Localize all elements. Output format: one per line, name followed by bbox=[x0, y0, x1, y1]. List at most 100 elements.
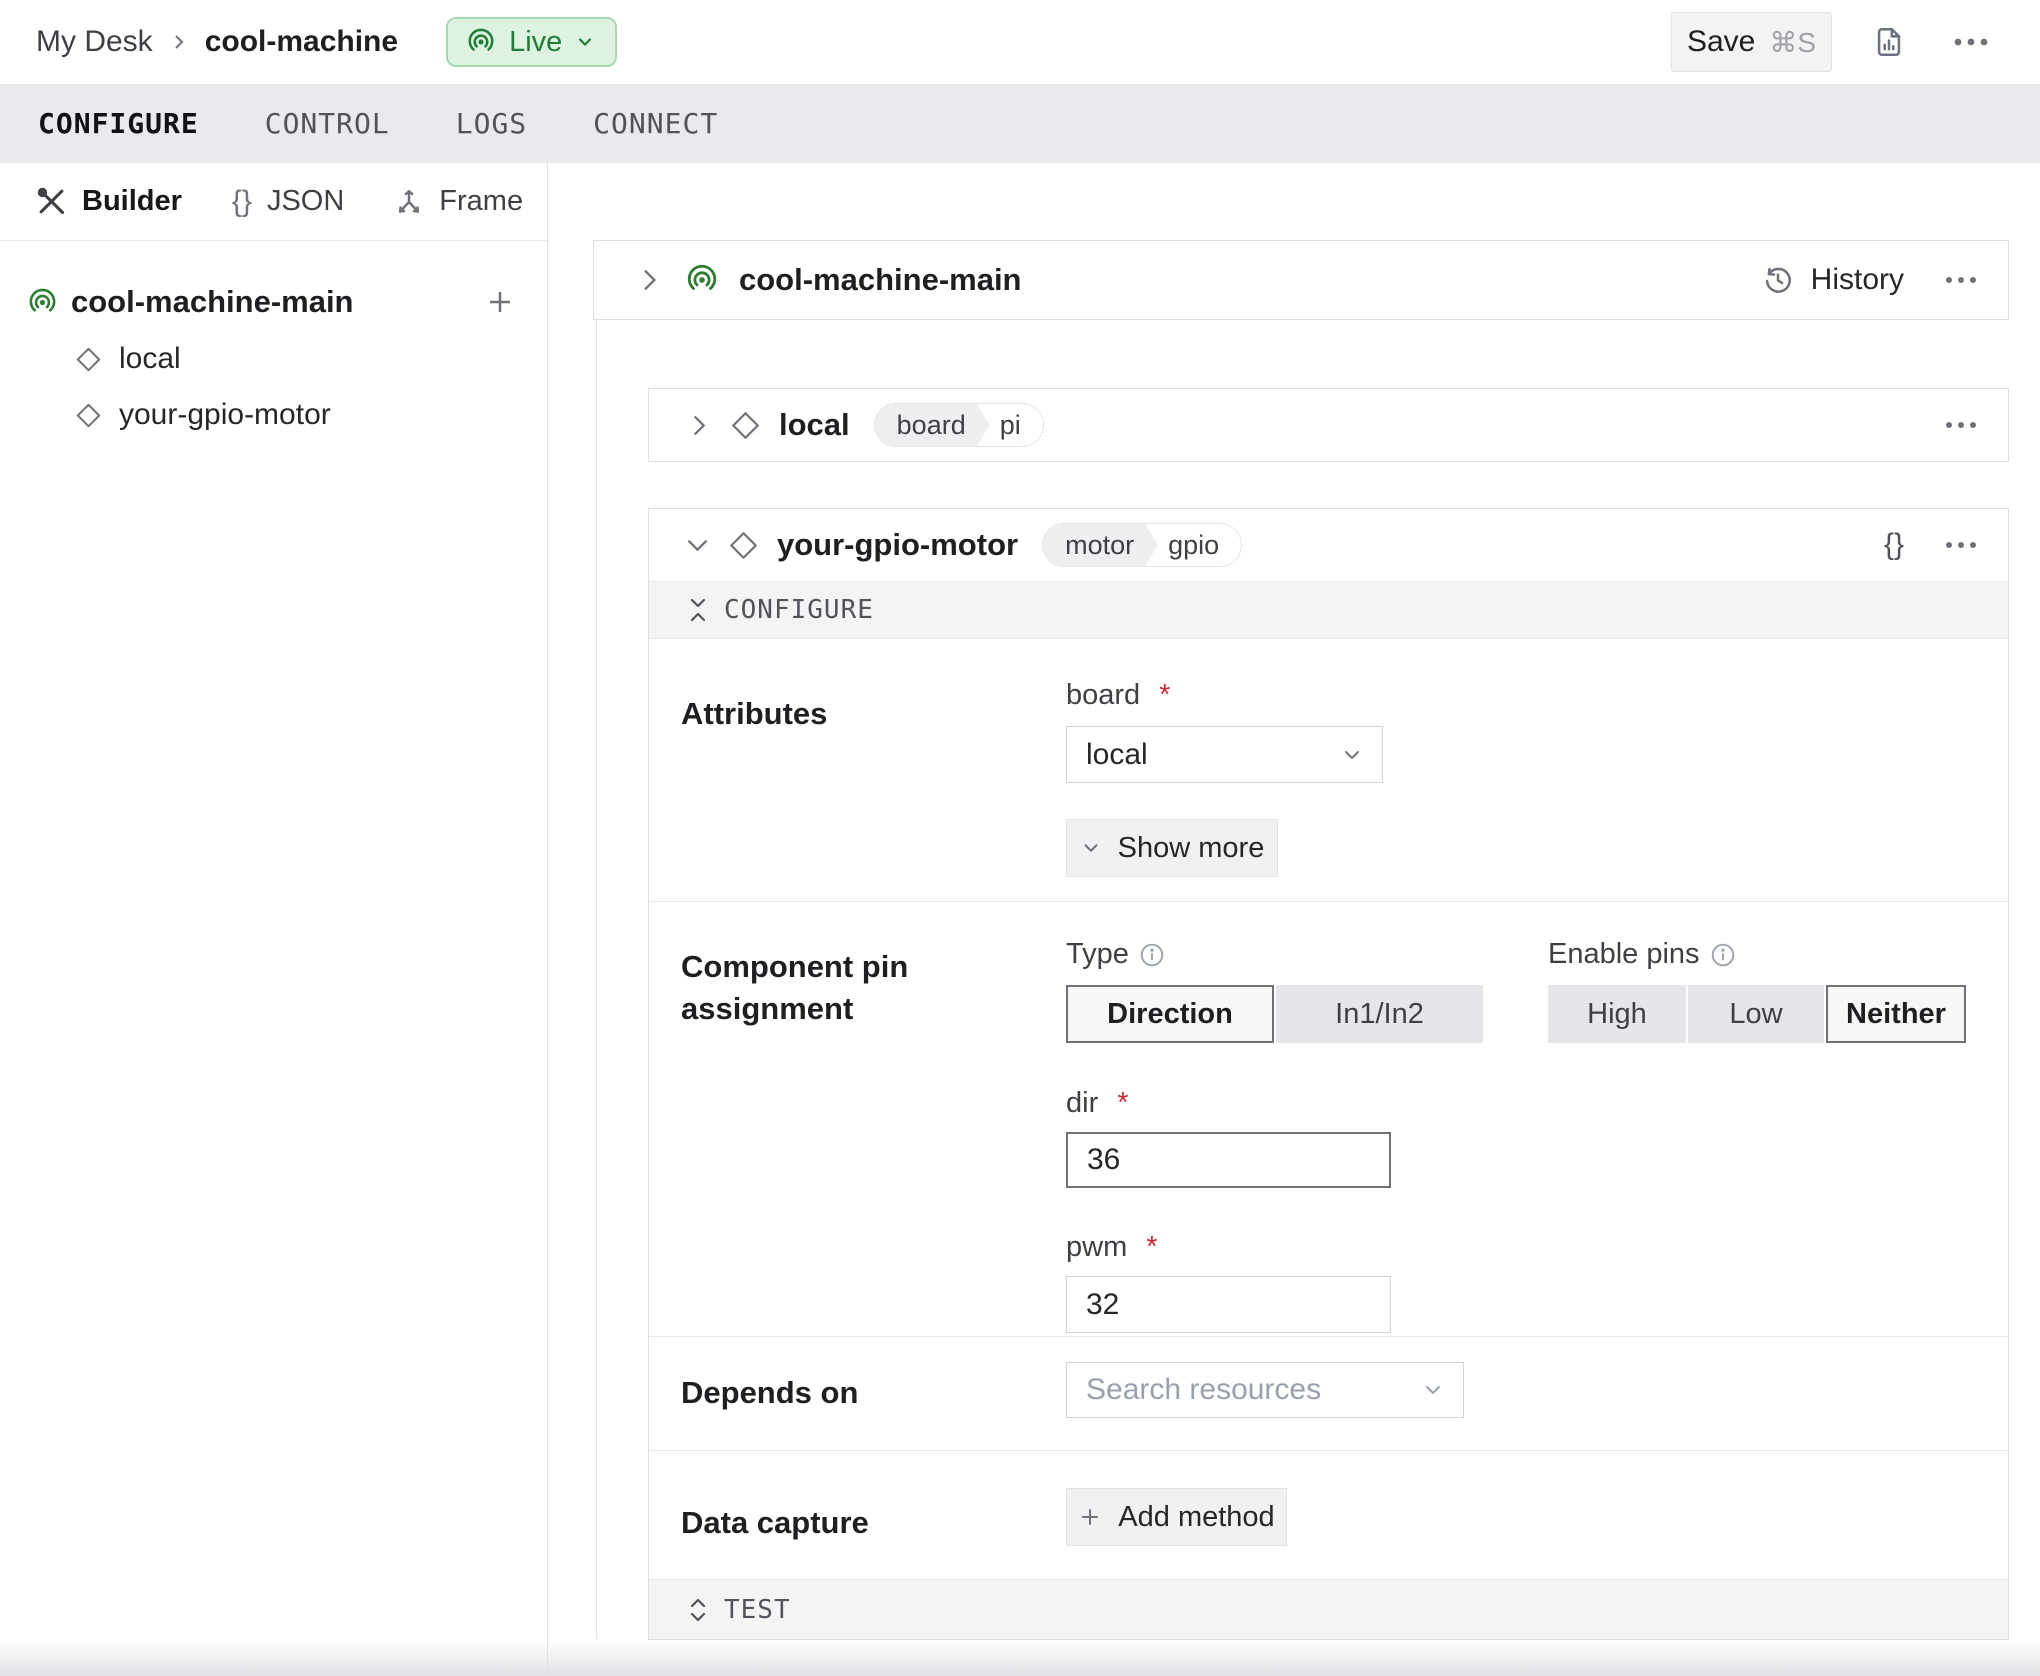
type-option-direction[interactable]: Direction bbox=[1066, 985, 1274, 1043]
resource-menu-button[interactable] bbox=[1940, 535, 1982, 555]
tree-item-label: your-gpio-motor bbox=[119, 398, 331, 432]
chevron-right-icon[interactable] bbox=[637, 267, 663, 293]
required-asterisk: * bbox=[1146, 1231, 1157, 1264]
tree-indent-guide bbox=[596, 320, 597, 1639]
machine-part-card: cool-machine-main History bbox=[593, 240, 2009, 320]
history-clock-icon bbox=[1762, 264, 1794, 296]
top-bar: My Desk cool-machine Live Save ⌘S bbox=[0, 0, 2040, 84]
add-resource-button[interactable] bbox=[481, 283, 519, 321]
resource-menu-button[interactable] bbox=[1940, 415, 1982, 435]
chevron-down-icon bbox=[1421, 1378, 1445, 1402]
required-asterisk: * bbox=[1117, 1087, 1128, 1120]
frame-axes-icon bbox=[394, 187, 424, 217]
gpio-motor-card: your-gpio-motor motor gpio {} CONFIGURE bbox=[648, 508, 2009, 1640]
badge-type: motor bbox=[1043, 524, 1158, 566]
required-asterisk: * bbox=[1159, 679, 1170, 712]
chevron-down-icon[interactable] bbox=[685, 533, 710, 558]
view-tab-builder[interactable]: Builder bbox=[36, 185, 182, 218]
data-capture-fields: Add method bbox=[1066, 1488, 1287, 1579]
tab-logs[interactable]: LOGS bbox=[456, 107, 527, 140]
tab-control[interactable]: CONTROL bbox=[265, 107, 390, 140]
resource-type-badge: board pi bbox=[874, 403, 1044, 447]
tree-item-your-gpio-motor[interactable]: your-gpio-motor bbox=[0, 387, 547, 443]
expand-vertical-icon bbox=[687, 1597, 709, 1623]
add-method-label: Add method bbox=[1118, 1501, 1274, 1534]
machine-tab-bar: CONFIGURE CONTROL LOGS CONNECT bbox=[0, 84, 2040, 163]
info-icon[interactable] bbox=[1710, 942, 1736, 968]
motor-card-header: your-gpio-motor motor gpio {} bbox=[649, 509, 2008, 581]
configure-section-bar[interactable]: CONFIGURE bbox=[649, 581, 2008, 639]
chevron-down-icon bbox=[1340, 743, 1364, 767]
field-label-text: pwm bbox=[1066, 1231, 1127, 1264]
component-diamond-icon bbox=[75, 346, 102, 373]
depends-on-fields: Search resources bbox=[1066, 1362, 1464, 1450]
field-label-text: Type bbox=[1066, 938, 1129, 971]
field-label-text: board bbox=[1066, 679, 1140, 712]
pin-assignment-section: Component pin assignment Type Direction bbox=[649, 902, 2008, 1337]
depends-on-placeholder: Search resources bbox=[1086, 1373, 1321, 1407]
section-heading: Data capture bbox=[681, 1502, 1066, 1579]
pin-assignment-fields: Type Direction In1/In2 Enable pins bbox=[1066, 938, 1966, 1336]
tree-item-local[interactable]: local bbox=[0, 331, 547, 387]
type-option-in1in2[interactable]: In1/In2 bbox=[1276, 985, 1483, 1043]
view-tab-label: Frame bbox=[439, 185, 523, 218]
live-status-dropdown[interactable]: Live bbox=[446, 17, 617, 67]
edit-json-button[interactable]: {} bbox=[1878, 527, 1910, 563]
tab-connect[interactable]: CONNECT bbox=[593, 107, 718, 140]
resource-tree: cool-machine-main local your-gpio-motor bbox=[0, 241, 547, 443]
enable-pins-group: Enable pins High Low Neither bbox=[1548, 938, 1966, 1043]
part-menu-button[interactable] bbox=[1940, 270, 1982, 290]
machine-report-button[interactable] bbox=[1866, 19, 1912, 65]
breadcrumb: My Desk cool-machine Live bbox=[36, 17, 617, 67]
badge-model: gpio bbox=[1158, 524, 1241, 566]
section-heading: Component pin assignment bbox=[681, 946, 1066, 1336]
top-bar-actions: Save ⌘S bbox=[1671, 12, 1996, 72]
chevron-right-icon[interactable] bbox=[687, 413, 712, 438]
tree-item-label: local bbox=[119, 342, 181, 376]
configure-section-label: CONFIGURE bbox=[724, 595, 874, 625]
test-section-label: TEST bbox=[724, 1595, 791, 1625]
local-board-card: local board pi bbox=[648, 388, 2009, 462]
enable-pins-segmented-control: High Low Neither bbox=[1548, 985, 1966, 1043]
chevron-down-icon bbox=[1080, 837, 1102, 859]
show-more-label: Show more bbox=[1118, 832, 1265, 865]
save-label: Save bbox=[1687, 25, 1755, 59]
section-heading-line: Component pin bbox=[681, 946, 1066, 988]
breadcrumb-root-link[interactable]: My Desk bbox=[36, 25, 153, 59]
view-tab-json[interactable]: {} JSON bbox=[232, 185, 344, 219]
tree-item-machine-part[interactable]: cool-machine-main bbox=[0, 273, 547, 331]
board-select[interactable]: local bbox=[1066, 726, 1383, 783]
show-more-button[interactable]: Show more bbox=[1066, 819, 1278, 877]
view-tab-frame[interactable]: Frame bbox=[394, 185, 523, 218]
save-button[interactable]: Save ⌘S bbox=[1671, 12, 1832, 72]
history-button[interactable]: History bbox=[1756, 262, 1910, 298]
field-label-text: Enable pins bbox=[1548, 938, 1700, 971]
save-shortcut: ⌘S bbox=[1769, 26, 1816, 59]
more-options-button[interactable] bbox=[1946, 29, 1996, 55]
collapse-vertical-icon bbox=[687, 597, 709, 623]
enable-option-high[interactable]: High bbox=[1548, 985, 1686, 1043]
tab-configure[interactable]: CONFIGURE bbox=[38, 107, 199, 140]
live-status-label: Live bbox=[509, 26, 562, 59]
depends-on-select[interactable]: Search resources bbox=[1066, 1362, 1464, 1418]
content: Builder {} JSON Frame bbox=[0, 163, 2040, 1676]
ellipsis-icon bbox=[1944, 539, 1978, 551]
breadcrumb-chevron-icon bbox=[169, 32, 189, 52]
type-field-label: Type bbox=[1066, 938, 1483, 971]
data-capture-section: Data capture Add method bbox=[649, 1451, 2008, 1579]
dir-pin-input[interactable] bbox=[1066, 1132, 1391, 1188]
test-section-bar[interactable]: TEST bbox=[649, 1579, 2008, 1639]
enable-option-low[interactable]: Low bbox=[1688, 985, 1824, 1043]
machine-name: cool-machine bbox=[205, 25, 398, 59]
view-mode-tabs: Builder {} JSON Frame bbox=[0, 163, 547, 241]
file-chart-icon bbox=[1872, 25, 1906, 59]
braces-icon: {} bbox=[232, 185, 252, 219]
depends-on-section: Depends on Search resources bbox=[649, 1337, 2008, 1451]
broadcast-icon bbox=[466, 27, 496, 57]
type-toggle-group: Type Direction In1/In2 bbox=[1066, 938, 1483, 1043]
enable-option-neither[interactable]: Neither bbox=[1826, 985, 1966, 1043]
pwm-pin-input[interactable] bbox=[1066, 1276, 1391, 1333]
add-method-button[interactable]: Add method bbox=[1066, 1488, 1287, 1546]
broadcast-icon bbox=[685, 263, 719, 297]
info-icon[interactable] bbox=[1139, 942, 1165, 968]
